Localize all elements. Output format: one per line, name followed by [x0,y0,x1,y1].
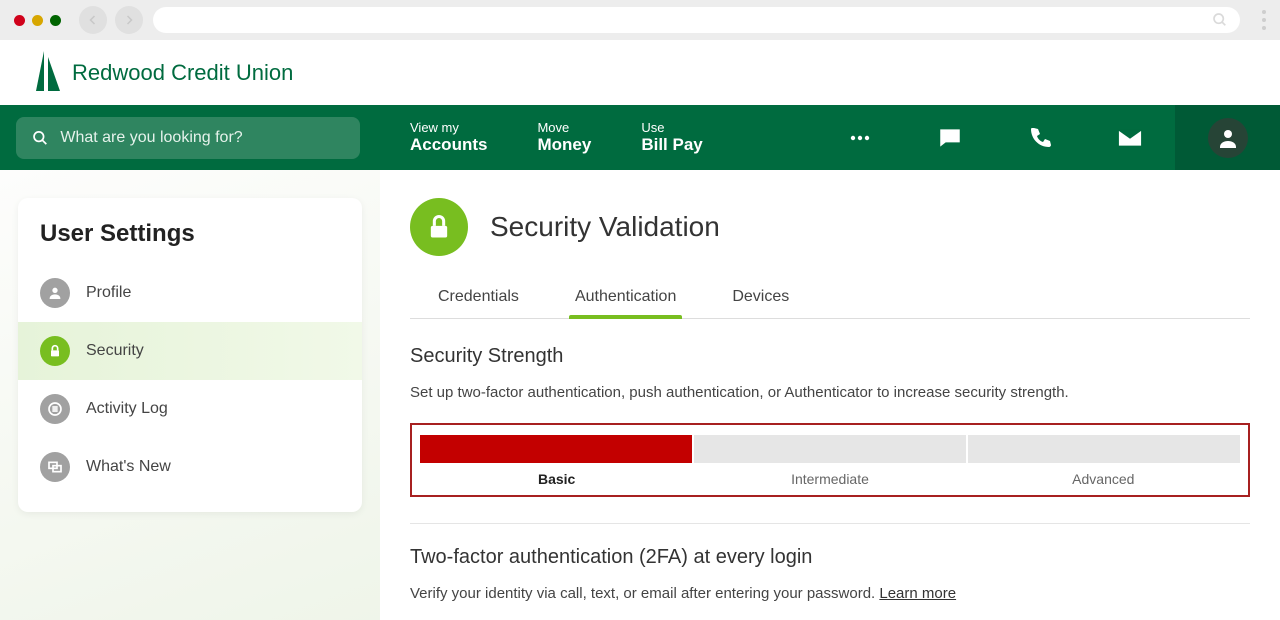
nav-item-billpay[interactable]: Use Bill Pay [641,120,702,156]
person-icon [47,285,63,301]
nav-item-big: Accounts [410,135,487,154]
maximize-window-dot[interactable] [50,15,61,26]
list-icon [47,401,63,417]
twofa-body-text: Verify your identity via call, text, or … [410,585,879,602]
browser-chrome [0,0,1280,40]
person-icon [1216,126,1240,150]
sidebar-item-activity-log[interactable]: Activity Log [18,380,362,438]
phone-icon [1028,126,1052,150]
screens-icon [47,459,63,475]
strength-label: Basic [420,471,693,487]
strength-segment-intermediate [694,435,966,463]
search-icon [32,129,48,147]
profile-menu-button[interactable] [1175,105,1280,170]
nav-item-big: Money [537,135,591,154]
sidebar-item-label: Activity Log [86,400,168,418]
tab-credentials[interactable]: Credentials [438,282,519,318]
nav-back-button[interactable] [79,6,107,34]
page-header-icon [410,198,468,256]
site-search[interactable] [16,117,360,159]
tab-devices[interactable]: Devices [732,282,789,318]
brand-logo[interactable]: Redwood Credit Union [36,51,293,95]
settings-tabs: Credentials Authentication Devices [410,282,1250,319]
section-heading: Security Strength [410,345,1250,368]
section-body: Set up two-factor authentication, push a… [410,382,1250,405]
nav-item-big: Bill Pay [641,135,702,154]
nav-item-small: Use [641,120,702,136]
main-content: Security Validation Credentials Authenti… [380,170,1280,620]
mail-icon [1116,124,1144,152]
brand-name: Redwood Credit Union [72,60,293,86]
chat-icon [937,125,963,151]
browser-address-bar[interactable] [153,7,1240,33]
strength-label: Advanced [967,471,1240,487]
messages-button[interactable] [905,105,995,170]
strength-segment-basic [420,435,692,463]
sidebar-item-label: Profile [86,284,131,302]
two-factor-section: Two-factor authentication (2FA) at every… [410,546,1250,606]
minimize-window-dot[interactable] [32,15,43,26]
sidebar-item-profile[interactable]: Profile [18,264,362,322]
nav-item-money[interactable]: Move Money [537,120,591,156]
strength-label: Intermediate [693,471,966,487]
ellipsis-icon [848,126,872,150]
learn-more-link[interactable]: Learn more [879,585,956,602]
sidebar-title: User Settings [18,220,362,264]
nav-item-small: Move [537,120,591,136]
call-button[interactable] [995,105,1085,170]
page-title: Security Validation [490,211,720,243]
section-divider [410,523,1250,524]
close-window-dot[interactable] [14,15,25,26]
nav-item-accounts[interactable]: View my Accounts [410,120,487,156]
sidebar-item-label: What's New [86,458,171,476]
mail-button[interactable] [1085,105,1175,170]
lock-icon [47,343,63,359]
section-body: Verify your identity via call, text, or … [410,583,1250,606]
more-menu-button[interactable] [815,105,905,170]
nav-item-small: View my [410,120,487,136]
window-controls [14,15,61,26]
security-strength-meter: Basic Intermediate Advanced [410,423,1250,497]
strength-segment-advanced [968,435,1240,463]
settings-sidebar: User Settings Profile Security Activity … [18,198,362,512]
brand-header: Redwood Credit Union [0,40,1280,105]
section-heading: Two-factor authentication (2FA) at every… [410,546,1250,569]
tab-authentication[interactable]: Authentication [575,282,676,318]
security-strength-section: Security Strength Set up two-factor auth… [410,345,1250,497]
redwood-logo-icon [36,51,62,95]
main-nav: View my Accounts Move Money Use Bill Pay [0,105,1280,170]
browser-menu-button[interactable] [1262,10,1266,30]
sidebar-item-security[interactable]: Security [18,322,362,380]
sidebar-item-label: Security [86,342,144,360]
search-icon [1212,12,1228,28]
sidebar-item-whats-new[interactable]: What's New [18,438,362,496]
nav-forward-button[interactable] [115,6,143,34]
lock-icon [425,213,453,241]
site-search-input[interactable] [60,129,344,147]
